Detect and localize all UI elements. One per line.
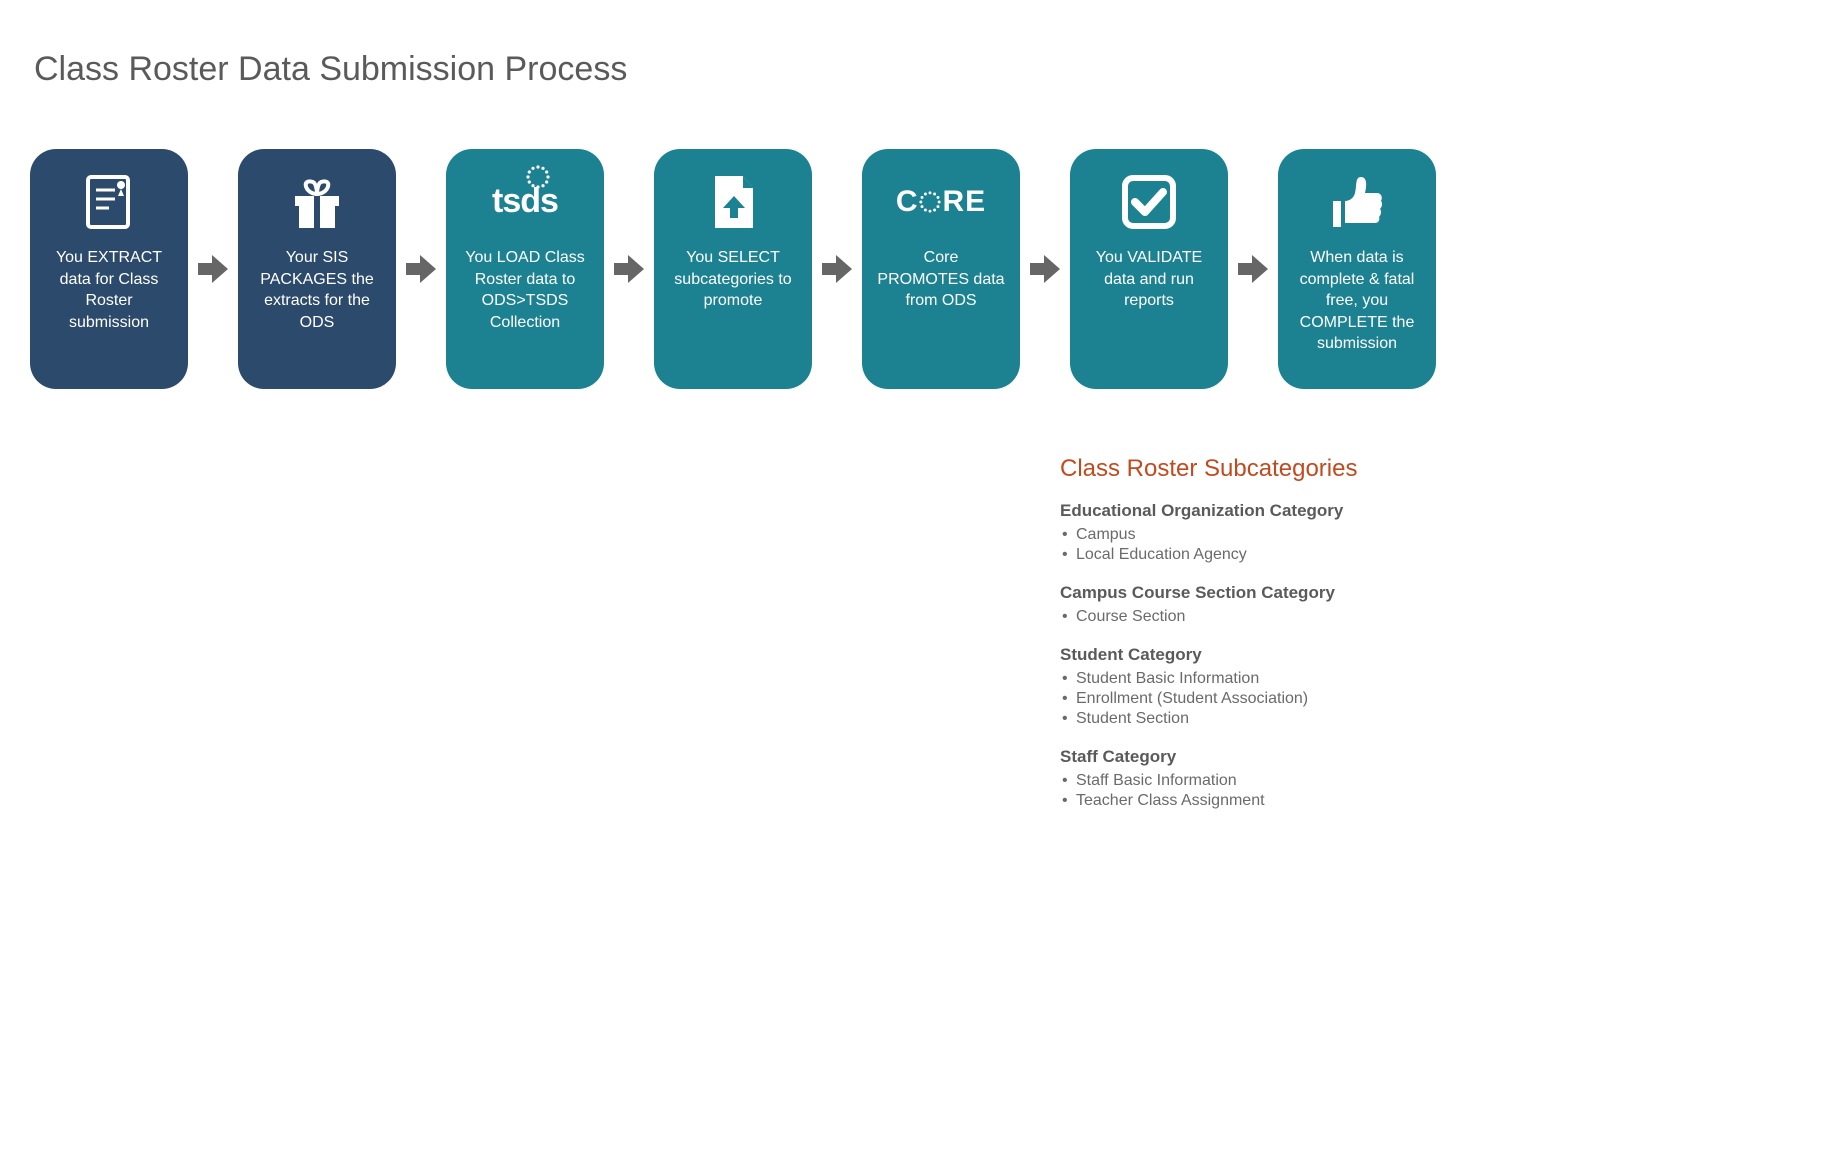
process-flow: You EXTRACT data for Class Roster submis… — [30, 149, 1810, 389]
subcategory-item: Student Section — [1060, 709, 1400, 729]
process-step-label: You VALIDATE data and run reports — [1082, 247, 1216, 312]
arrow-icon — [196, 252, 230, 286]
process-step-label: Core PROMOTES data from ODS — [874, 247, 1008, 312]
checkbox-icon — [1119, 167, 1179, 237]
subcategory-title: Campus Course Section Category — [1060, 583, 1400, 603]
subcategory-item: Enrollment (Student Association) — [1060, 689, 1400, 709]
subcategory-group: Student Category Student Basic Informatio… — [1060, 645, 1400, 729]
page-title: Class Roster Data Submission Process — [34, 50, 1810, 89]
subcategory-group: Educational Organization Category CampusL… — [1060, 501, 1400, 565]
subcategory-group: Staff Category Staff Basic InformationTea… — [1060, 747, 1400, 811]
tsds-logo-icon: tsds — [492, 179, 558, 225]
core-logo-icon: CRE — [896, 182, 986, 223]
arrow-icon — [1236, 252, 1270, 286]
subcategory-item: Staff Basic Information — [1060, 771, 1400, 791]
arrow-icon — [404, 252, 438, 286]
process-step-label: Your SIS PACKAGES the extracts for the O… — [250, 247, 384, 333]
process-step-7: When data is complete & fatal free, you … — [1278, 149, 1436, 389]
process-step-3: tsds You LOAD Class Roster data to ODS>TS… — [446, 149, 604, 389]
process-step-label: You SELECT subcategories to promote — [666, 247, 800, 312]
subcategory-group: Campus Course Section Category Course Sec… — [1060, 583, 1400, 627]
subcategory-item: Course Section — [1060, 607, 1400, 627]
process-step-6: You VALIDATE data and run reports — [1070, 149, 1228, 389]
subcategory-title: Student Category — [1060, 645, 1400, 665]
subcategory-title: Staff Category — [1060, 747, 1400, 767]
subcategory-title: Educational Organization Category — [1060, 501, 1400, 521]
subcategory-item: Local Education Agency — [1060, 545, 1400, 565]
arrow-icon — [612, 252, 646, 286]
document-icon — [81, 167, 137, 237]
gift-icon — [287, 167, 347, 237]
subcategory-item: Campus — [1060, 525, 1400, 545]
core-logo-icon: CRE — [896, 167, 986, 237]
thumbs-up-icon — [1327, 167, 1387, 237]
tsds-logo-icon: tsds — [492, 167, 558, 237]
subcategory-item: Student Basic Information — [1060, 669, 1400, 689]
subcategory-list: CampusLocal Education Agency — [1060, 525, 1400, 565]
subcategory-item: Teacher Class Assignment — [1060, 791, 1400, 811]
upload-icon — [703, 167, 763, 237]
arrow-icon — [1028, 252, 1062, 286]
arrow-icon — [820, 252, 854, 286]
subcategory-list: Course Section — [1060, 607, 1400, 627]
subcategories-heading: Class Roster Subcategories — [1060, 455, 1400, 483]
process-step-label: You EXTRACT data for Class Roster submis… — [42, 247, 176, 333]
process-step-2: Your SIS PACKAGES the extracts for the O… — [238, 149, 396, 389]
process-step-5: CRE Core PROMOTES data from ODS — [862, 149, 1020, 389]
subcategory-list: Staff Basic InformationTeacher Class Ass… — [1060, 771, 1400, 811]
process-step-4: You SELECT subcategories to promote — [654, 149, 812, 389]
subcategories-panel: Class Roster Subcategories Educational O… — [1060, 455, 1400, 829]
process-step-1: You EXTRACT data for Class Roster submis… — [30, 149, 188, 389]
process-step-label: When data is complete & fatal free, you … — [1290, 247, 1424, 355]
subcategory-list: Student Basic InformationEnrollment (Stu… — [1060, 669, 1400, 729]
process-step-label: You LOAD Class Roster data to ODS>TSDS C… — [458, 247, 592, 333]
